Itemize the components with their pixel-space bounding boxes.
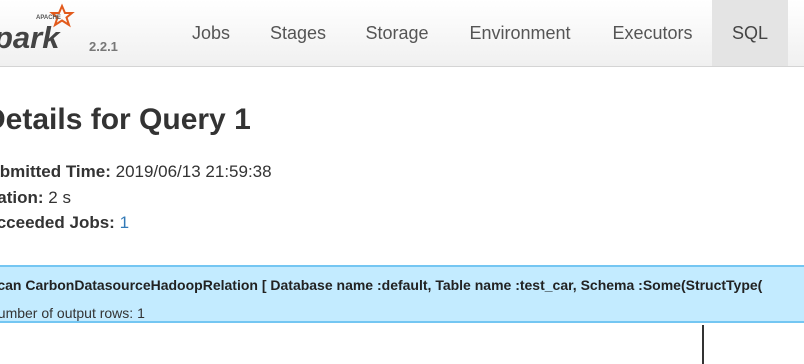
duration-row: Duration: 2 s — [0, 188, 71, 208]
svg-text:park: park — [0, 20, 61, 55]
tab-executors[interactable]: Executors — [595, 0, 710, 66]
tab-storage[interactable]: Storage — [349, 0, 445, 66]
plan-node-metric: number of output rows: 1 — [0, 305, 145, 321]
succeeded-job-link[interactable]: 1 — [120, 213, 129, 232]
tab-environment[interactable]: Environment — [451, 0, 589, 66]
spark-logo-mark: APACHE park — [0, 3, 75, 55]
submitted-time-label: Submitted Time: — [0, 162, 111, 181]
page-title: Details for Query 1 — [0, 103, 251, 136]
top-navbar: APACHE park 2.2.1 Jobs Stages Storage En… — [0, 0, 804, 67]
tab-sql[interactable]: SQL — [712, 0, 788, 66]
succeeded-jobs-row: Succeeded Jobs: 1 — [0, 213, 129, 233]
tab-stages[interactable]: Stages — [253, 0, 343, 66]
submitted-time-value: 2019/06/13 21:59:38 — [115, 162, 272, 181]
succeeded-jobs-label: Succeeded Jobs: — [0, 213, 115, 232]
duration-label: Duration: — [0, 188, 44, 207]
submitted-time-row: Submitted Time: 2019/06/13 21:59:38 — [0, 162, 272, 182]
plan-edge — [702, 325, 704, 364]
spark-logo[interactable]: APACHE park 2.2.1 — [0, 0, 140, 66]
plan-node-scan[interactable]: Scan CarbonDatasourceHadoopRelation [ Da… — [0, 265, 804, 323]
tab-jobs[interactable]: Jobs — [175, 0, 247, 66]
plan-node-name: Scan CarbonDatasourceHadoopRelation [ Da… — [0, 277, 763, 293]
duration-value: 2 s — [48, 188, 71, 207]
spark-version: 2.2.1 — [89, 39, 118, 54]
